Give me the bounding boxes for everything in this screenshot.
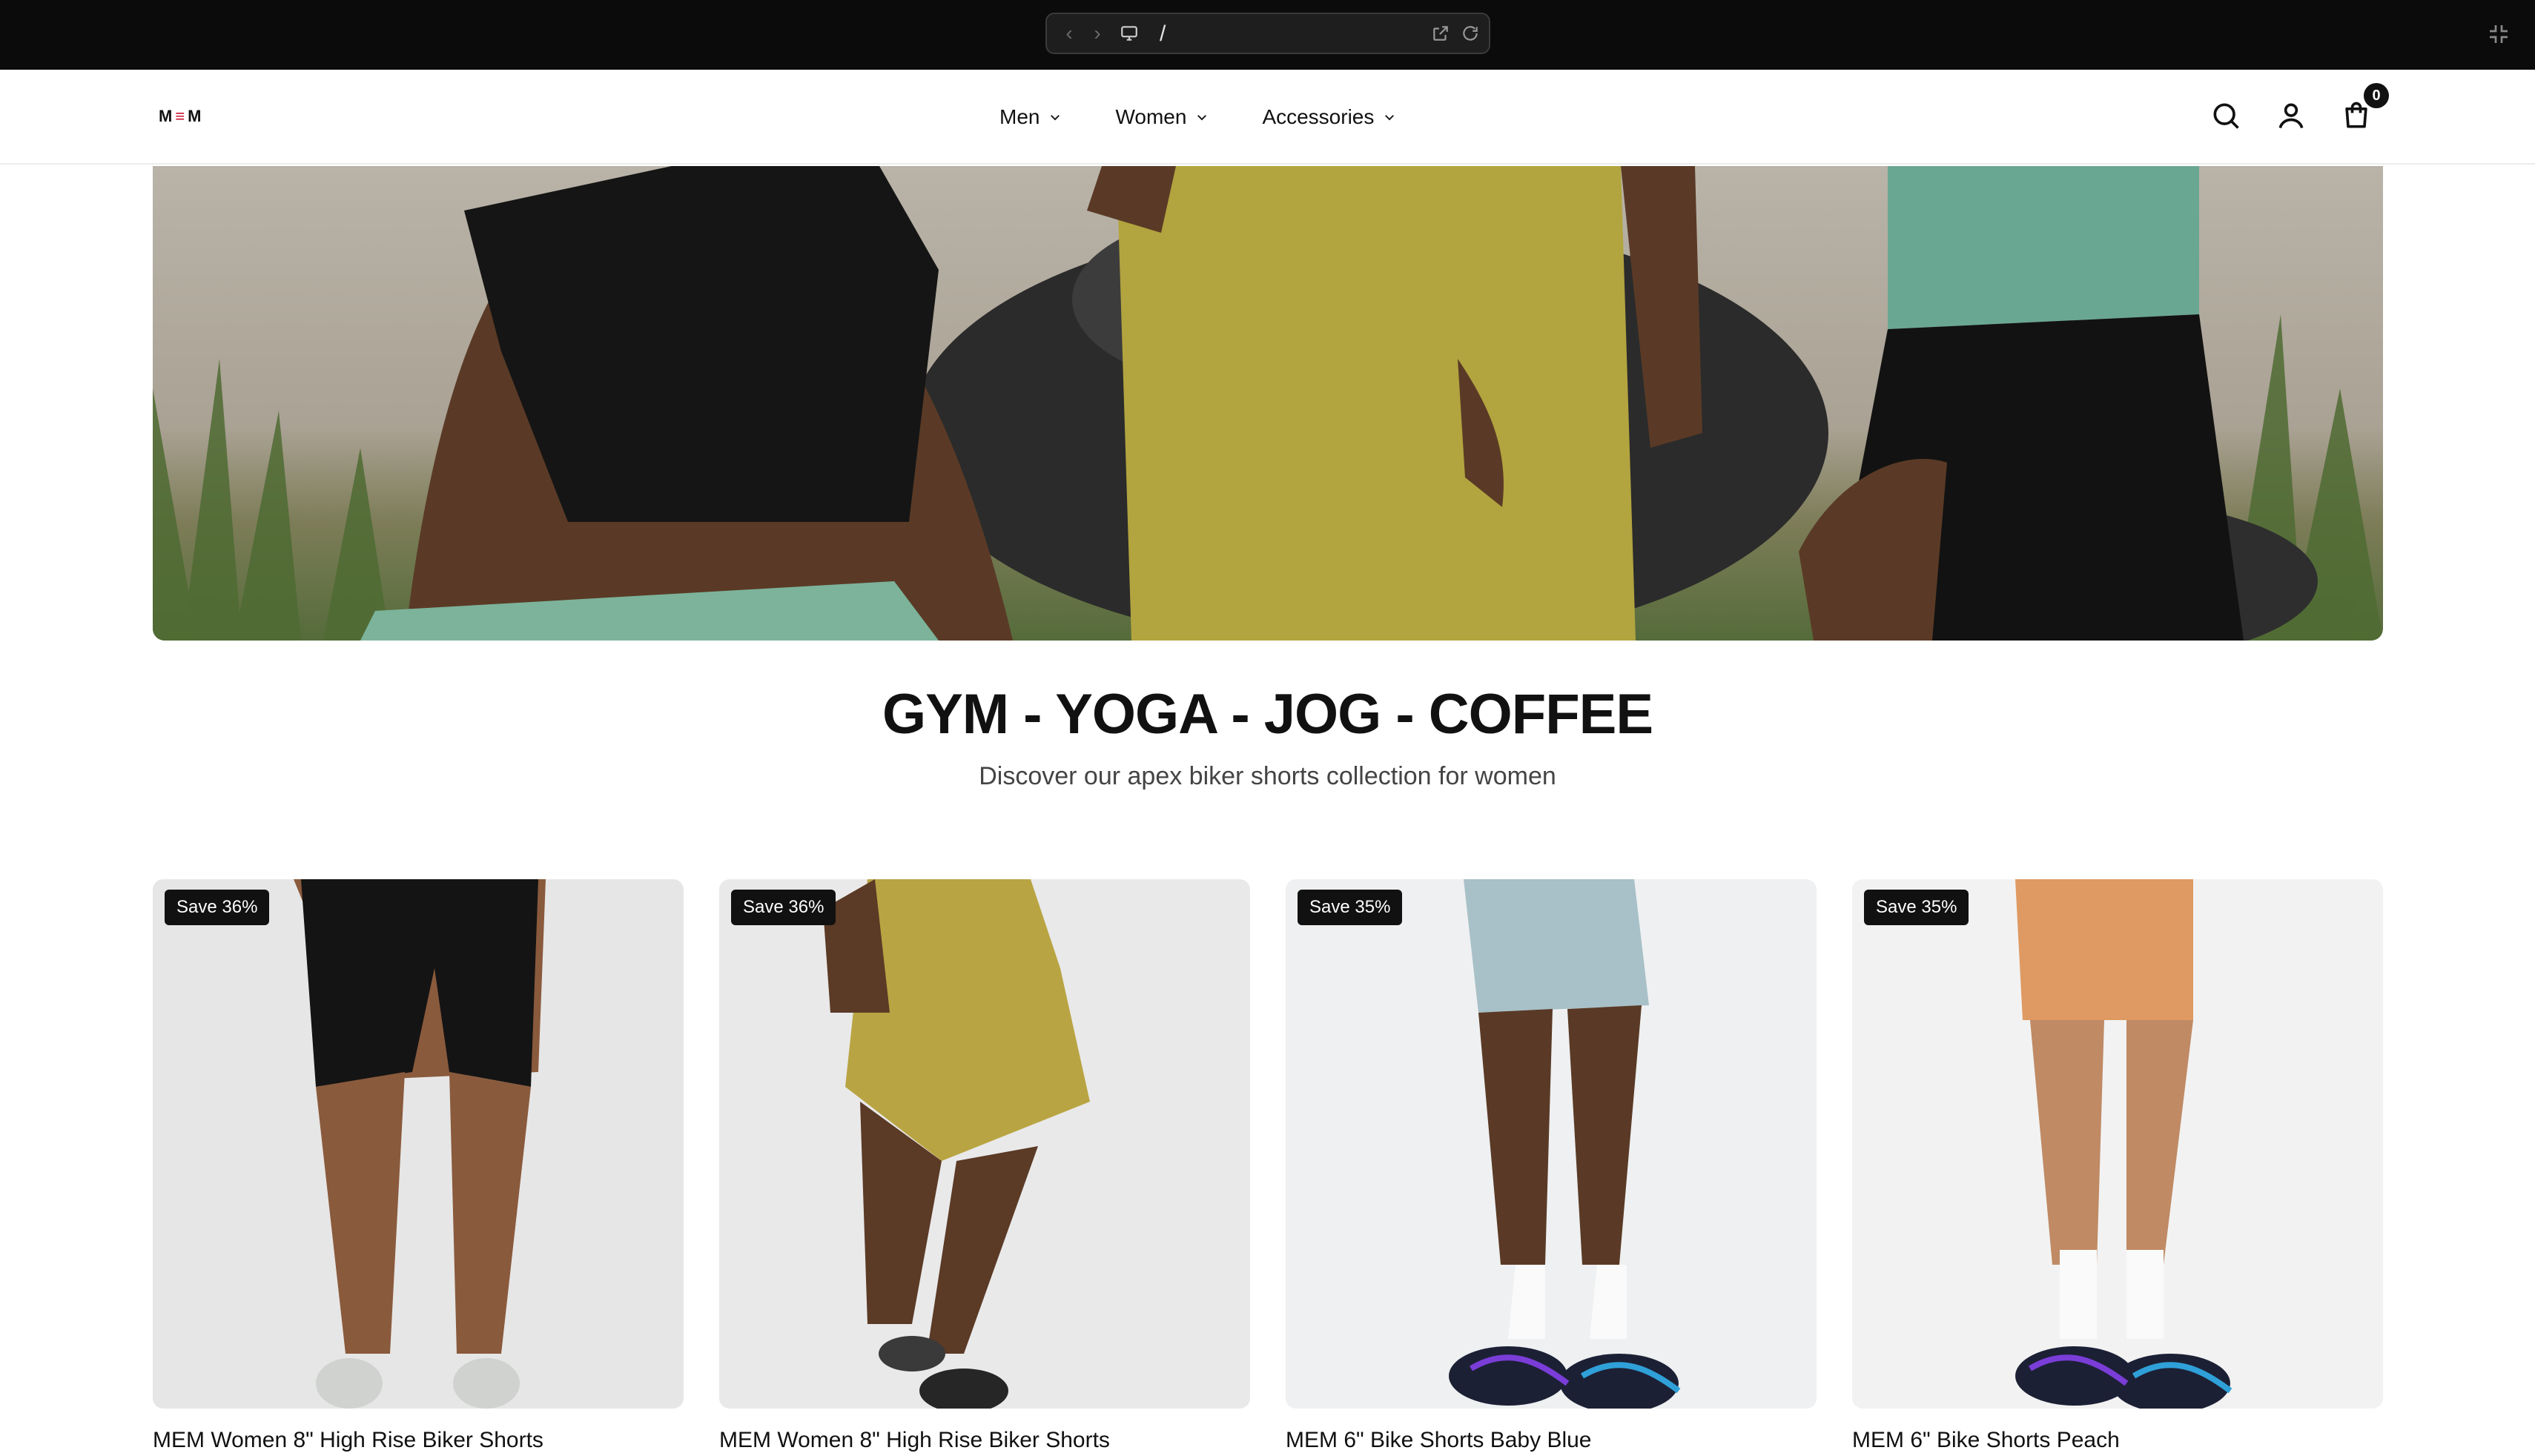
nav-label: Men [999, 105, 1040, 128]
collection-headline: GYM - YOGA - JOG - COFFEE [882, 683, 1653, 746]
product-image[interactable] [719, 879, 1250, 1409]
exit-fullscreen-icon[interactable] [2487, 22, 2511, 46]
chevron-down-icon [1051, 115, 1060, 121]
product-card[interactable]: Save 35% MEM 6" Bike Shorts Baby Blue [1286, 879, 1817, 1456]
logo-letter: M [188, 107, 205, 125]
open-external-icon[interactable] [1431, 24, 1450, 43]
site-logo[interactable]: M≡M [159, 107, 205, 126]
product-card[interactable]: Save 35% MEM 6" Bike Shorts Peach [1852, 879, 2383, 1456]
discount-badge: Save 36% [165, 890, 270, 925]
hero-banner[interactable] [153, 166, 2383, 641]
cart-count-badge: 0 [2364, 83, 2389, 108]
logo-letter: M [159, 107, 176, 125]
product-photo [1852, 879, 2383, 1409]
product-image[interactable] [1286, 879, 1817, 1409]
chevron-down-icon [1385, 115, 1395, 121]
browser-toolbar: ‹ › / [0, 0, 2535, 70]
logo-mark: ≡ [175, 107, 188, 125]
chevron-down-icon [1197, 115, 1207, 121]
product-card[interactable]: Save 36% MEM Women 8" High Rise Biker Sh… [153, 879, 684, 1456]
product-card[interactable]: Save 36% MEM Women 8" High Rise Biker Sh… [719, 879, 1250, 1456]
product-image[interactable] [1852, 879, 2383, 1409]
product-image[interactable] [153, 879, 684, 1409]
forward-icon[interactable]: › [1087, 23, 1108, 44]
site-header: M≡M Men Women Accessories [0, 70, 2535, 165]
product-photo [719, 879, 1250, 1409]
monitor-icon [1121, 26, 1137, 41]
nav-label: Accessories [1262, 105, 1375, 128]
nav-item-accessories[interactable]: Accessories [1262, 101, 1396, 133]
product-title[interactable]: MEM 6" Bike Shorts Peach [1852, 1428, 2120, 1453]
discount-badge: Save 35% [1298, 890, 1403, 925]
url-text[interactable]: / [1160, 21, 1166, 47]
product-title[interactable]: MEM 6" Bike Shorts Baby Blue [1286, 1428, 1592, 1453]
account-icon[interactable] [2275, 99, 2307, 132]
nav-item-men[interactable]: Men [999, 101, 1062, 133]
back-icon[interactable]: ‹ [1059, 23, 1080, 44]
search-icon[interactable] [2210, 99, 2242, 132]
reload-icon[interactable] [1461, 24, 1480, 43]
product-photo [1286, 879, 1817, 1409]
address-bar[interactable]: ‹ › / [1045, 13, 1490, 54]
collection-subheadline: Discover our apex biker shorts collectio… [979, 762, 1556, 790]
product-title[interactable]: MEM Women 8" High Rise Biker Shorts [719, 1428, 1110, 1453]
nav-item-women[interactable]: Women [1115, 101, 1209, 133]
discount-badge: Save 35% [1864, 890, 1969, 925]
product-photo [153, 879, 684, 1409]
hero-image [153, 166, 2383, 641]
discount-badge: Save 36% [731, 890, 836, 925]
nav-label: Women [1115, 105, 1187, 128]
product-title[interactable]: MEM Women 8" High Rise Biker Shorts [153, 1428, 543, 1453]
main-nav: Men Women Accessories [999, 101, 1396, 133]
